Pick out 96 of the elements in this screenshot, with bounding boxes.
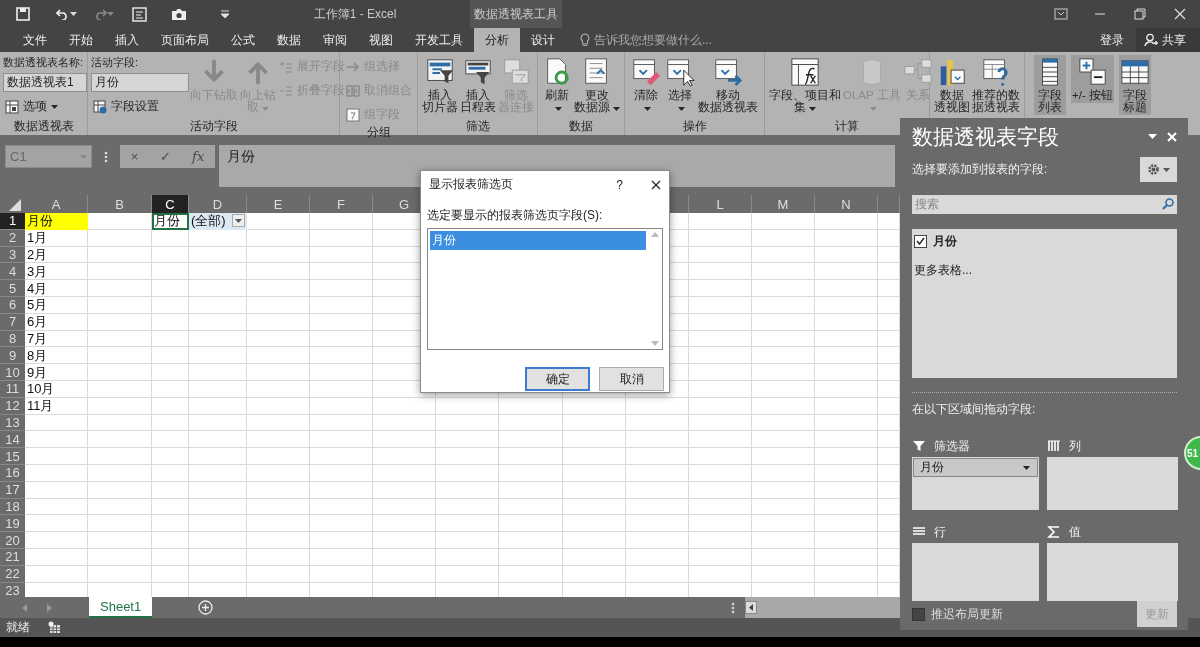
input-field[interactable]: 数据透视表1 — [3, 73, 87, 92]
ribbon-button[interactable]: 清除 — [629, 55, 662, 115]
column-header[interactable]: M — [752, 195, 815, 213]
ribbon-button[interactable]: 更改数据源 — [573, 55, 621, 115]
input-field[interactable]: 月份 — [91, 73, 189, 92]
ribbon-button[interactable]: 数据透视图 — [933, 55, 971, 115]
ribbon-button[interactable]: +/- 按钮 — [1071, 55, 1114, 103]
ribbon-button[interactable]: 字段列表 — [1033, 55, 1066, 115]
formula-button[interactable]: × — [130, 149, 139, 164]
ribbon-tab[interactable]: 设计 — [520, 28, 566, 52]
row-header[interactable]: 4 — [0, 263, 25, 281]
row-header[interactable]: 10 — [0, 364, 25, 381]
sign-in-link[interactable]: 登录 — [1088, 28, 1136, 52]
ribbon-tab[interactable]: 数据 — [266, 28, 312, 52]
area-label: 列 — [1069, 437, 1081, 455]
ribbon-tab[interactable]: 插入 — [104, 28, 150, 52]
cell-value: 6月 — [26, 313, 49, 331]
ribbon-tab[interactable]: 审阅 — [312, 28, 358, 52]
share-button[interactable]: 共享 — [1136, 28, 1200, 52]
cell-value: 3月 — [26, 263, 49, 281]
field-name[interactable]: 月份 — [933, 232, 957, 250]
row-header[interactable]: 19 — [0, 515, 25, 533]
cell-value: 2月 — [26, 246, 49, 264]
row-header[interactable]: 5 — [0, 280, 25, 297]
cell-value: 7月 — [26, 330, 49, 348]
group-label: 数据 — [569, 118, 593, 135]
ribbon-button[interactable]: 字段、项目和集 — [768, 55, 842, 115]
ribbon-tab[interactable]: 文件 — [12, 28, 58, 52]
areas-prompt: 在以下区域间拖动字段: — [912, 401, 1037, 418]
column-header[interactable]: N — [815, 195, 878, 213]
row-header[interactable]: 9 — [0, 347, 25, 365]
cell-value: 10月 — [26, 380, 56, 398]
ribbon-tab[interactable]: 分析 — [474, 28, 520, 52]
column-header[interactable]: L — [689, 195, 752, 213]
cell-value: (全部) — [191, 212, 226, 231]
ribbon-tab[interactable]: 公式 — [220, 28, 266, 52]
group-label: 计算 — [835, 118, 859, 135]
formula-button[interactable]: ✓ — [159, 149, 171, 164]
area-label: 筛选器 — [934, 437, 970, 455]
group-label: 数据透视表 — [13, 118, 74, 135]
row-header[interactable]: 14 — [0, 431, 25, 449]
cell-value: 9月 — [26, 364, 49, 381]
cell-value: 8月 — [26, 347, 49, 365]
sheet-tab[interactable]: Sheet1 — [89, 597, 153, 618]
ribbon-button[interactable]: 插入切片器 — [421, 55, 459, 115]
context-tab-title: 数据透视表工具 — [470, 0, 562, 28]
group-label: 筛选 — [465, 118, 490, 135]
formula-button[interactable]: fx — [192, 149, 205, 164]
row-header[interactable]: 1 — [0, 213, 25, 230]
window-title: 工作簿1 - Excel — [312, 5, 398, 23]
field-label: 活动字段: — [91, 55, 140, 70]
group-label: 分组 — [366, 124, 391, 141]
cell-value: 1月 — [26, 229, 49, 247]
column-header[interactable]: B — [88, 195, 152, 213]
ribbon-button[interactable]: 字段标题 — [1119, 55, 1152, 115]
group-label: 操作 — [682, 118, 707, 135]
column-header[interactable]: E — [247, 195, 310, 213]
area-label: 行 — [934, 523, 946, 541]
cell-value: 4月 — [26, 280, 49, 297]
ribbon-button[interactable]: 选择 — [663, 55, 696, 115]
tell-me-field[interactable]: 告诉我您想要做什么... — [594, 31, 712, 49]
ribbon-button[interactable]: 刷新 — [541, 55, 573, 115]
area-field-chip[interactable]: 月份 — [913, 458, 1038, 477]
ribbon-tab[interactable]: 开发工具 — [404, 28, 474, 52]
search-field[interactable]: 搜索 — [912, 194, 1177, 214]
row-header[interactable]: 15 — [0, 448, 25, 465]
group-label: 活动字段 — [189, 118, 238, 135]
field-label: 数据透视表名称: — [3, 55, 85, 70]
row-header[interactable]: 20 — [0, 532, 25, 549]
name-box[interactable]: C1 — [5, 145, 92, 168]
ribbon-button[interactable]: 选项 — [3, 97, 87, 116]
ribbon-button[interactable]: 插入日程表 — [459, 55, 497, 115]
ok-button[interactable]: 确定 — [525, 367, 590, 391]
column-header[interactable]: C — [152, 195, 189, 213]
list-item[interactable]: 月份 — [430, 231, 646, 250]
cancel-button[interactable]: 取消 — [599, 367, 664, 391]
column-header[interactable]: F — [310, 195, 373, 213]
more-tables-link[interactable]: 更多表格... — [914, 261, 1175, 279]
ribbon-button[interactable]: 移动数据透视表 — [697, 55, 760, 115]
status-text: 就绪 — [6, 619, 30, 636]
pane-title: 数据透视表字段 — [912, 123, 1060, 150]
checkbox-label: 推迟布局更新 — [931, 605, 1003, 623]
ribbon-button[interactable]: 推荐的数据透视表 — [971, 55, 1021, 115]
ribbon-tab[interactable]: 开始 — [58, 28, 104, 52]
cell-value: 5月 — [26, 297, 49, 314]
column-header[interactable]: A — [25, 195, 88, 213]
ribbon-tab[interactable]: 视图 — [358, 28, 404, 52]
column-header[interactable]: D — [189, 195, 247, 213]
cell-value: 月份 — [25, 213, 88, 230]
ribbon-button[interactable]: 字段设置 — [91, 97, 189, 116]
cell-value[interactable]: 月份 — [152, 213, 189, 230]
list-box[interactable]: 月份 — [427, 228, 663, 350]
area-label: 值 — [1069, 523, 1081, 541]
ribbon-tab[interactable]: 页面布局 — [150, 28, 220, 52]
pane-prompt: 选择要添加到报表的字段: — [912, 161, 1048, 179]
cell-value: 11月 — [26, 397, 55, 415]
